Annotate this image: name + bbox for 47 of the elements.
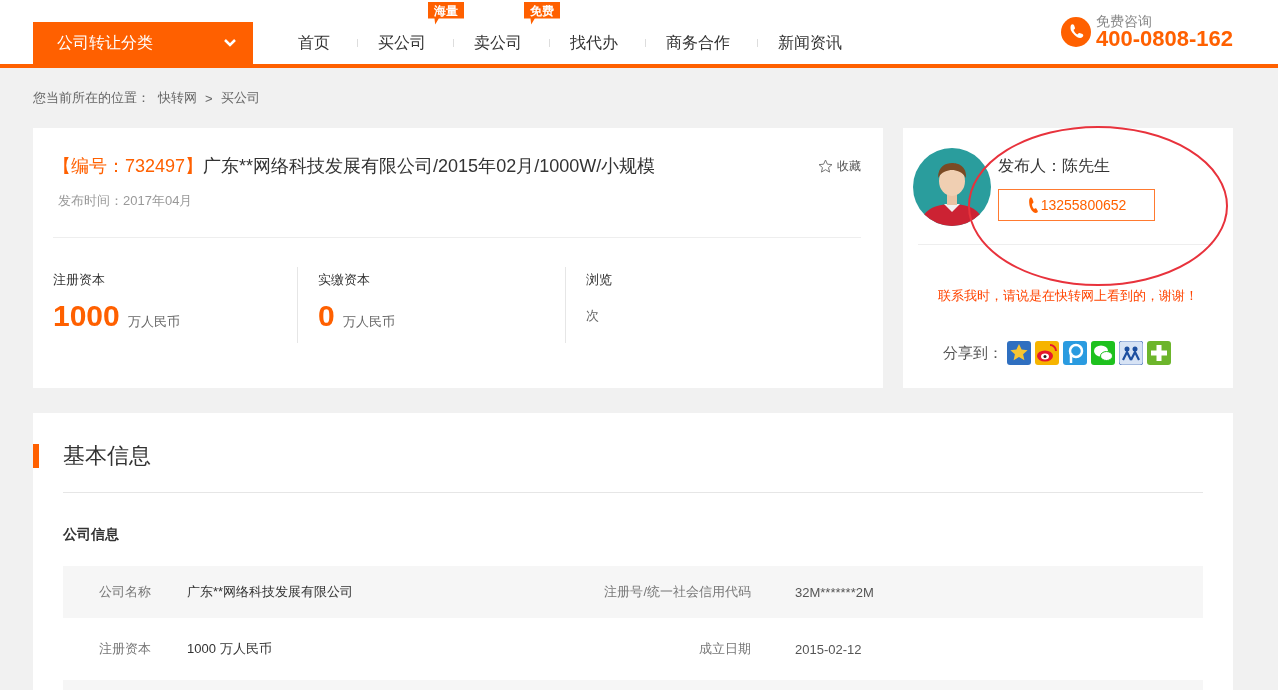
nav-badge: 免费	[524, 1, 560, 25]
pin-share-icon[interactable]	[1063, 341, 1087, 365]
publisher-name: 发布人：陈先生	[998, 156, 1111, 176]
subsection-title: 公司信息	[63, 526, 120, 544]
breadcrumb-link[interactable]: 买公司	[220, 89, 260, 107]
phone-icon	[1026, 197, 1039, 213]
star-share-icon[interactable]	[1007, 341, 1031, 365]
hotline-number: 400-0808-162	[1096, 28, 1233, 50]
field-label: 注册资本	[98, 640, 151, 658]
phone-icon	[1061, 17, 1091, 47]
field-label: 公司名称	[98, 583, 151, 601]
plus-share-icon[interactable]	[1147, 341, 1171, 365]
field-label: 成立日期	[698, 640, 751, 658]
share-label: 分享到：	[943, 343, 1003, 363]
nav-link[interactable]: 首页	[278, 32, 357, 54]
listing-number: 【编号：732497】	[53, 155, 204, 178]
publish-date: 发布时间：2017年04月	[58, 192, 194, 210]
listing-title: 广东**网络科技发展有限公司/2015年02月/1000W/小规模	[203, 155, 656, 178]
stat-unit: 万人民币	[127, 313, 180, 331]
field-label: 注册号/统一社会信用代码	[603, 583, 751, 601]
nav-link[interactable]: 新闻资讯	[758, 32, 842, 54]
nav-badge: 海量	[428, 1, 464, 25]
stat-value: 1000	[53, 299, 120, 333]
stat-unit: 次	[586, 307, 599, 325]
eye-share-icon[interactable]	[1035, 341, 1059, 365]
field-value: 2015-02-12	[794, 641, 863, 657]
favorite-button[interactable]: 收藏	[818, 157, 861, 175]
field-value: 32M*******2M	[794, 584, 875, 600]
star-icon	[818, 158, 833, 174]
stat-label: 浏览	[586, 271, 613, 289]
stat-label: 实缴资本	[318, 271, 371, 289]
hotline-caption: 免费咨询	[1096, 14, 1153, 28]
breadcrumb-separator: >	[205, 90, 213, 106]
people-share-icon[interactable]	[1119, 341, 1143, 365]
nav-link[interactable]: 商务合作	[646, 32, 757, 54]
contact-note: 联系我时，请说是在快转网上看到的，谢谢！	[937, 287, 1199, 305]
nav-link[interactable]: 找代办	[550, 32, 645, 54]
section-title: 基本信息	[63, 442, 152, 470]
section-marker	[33, 444, 39, 468]
chevron-down-icon	[223, 38, 237, 48]
breadcrumb-link[interactable]: 快转网	[158, 89, 197, 107]
field-value: 广东**网络科技发展有限公司	[186, 583, 355, 601]
stat-value: 0	[318, 299, 335, 333]
stat-label: 注册资本	[53, 271, 106, 289]
breadcrumb-label: 您当前所在的位置：	[33, 89, 150, 107]
stat-unit: 万人民币	[342, 313, 395, 331]
field-value: 1000 万人民币	[186, 640, 273, 658]
